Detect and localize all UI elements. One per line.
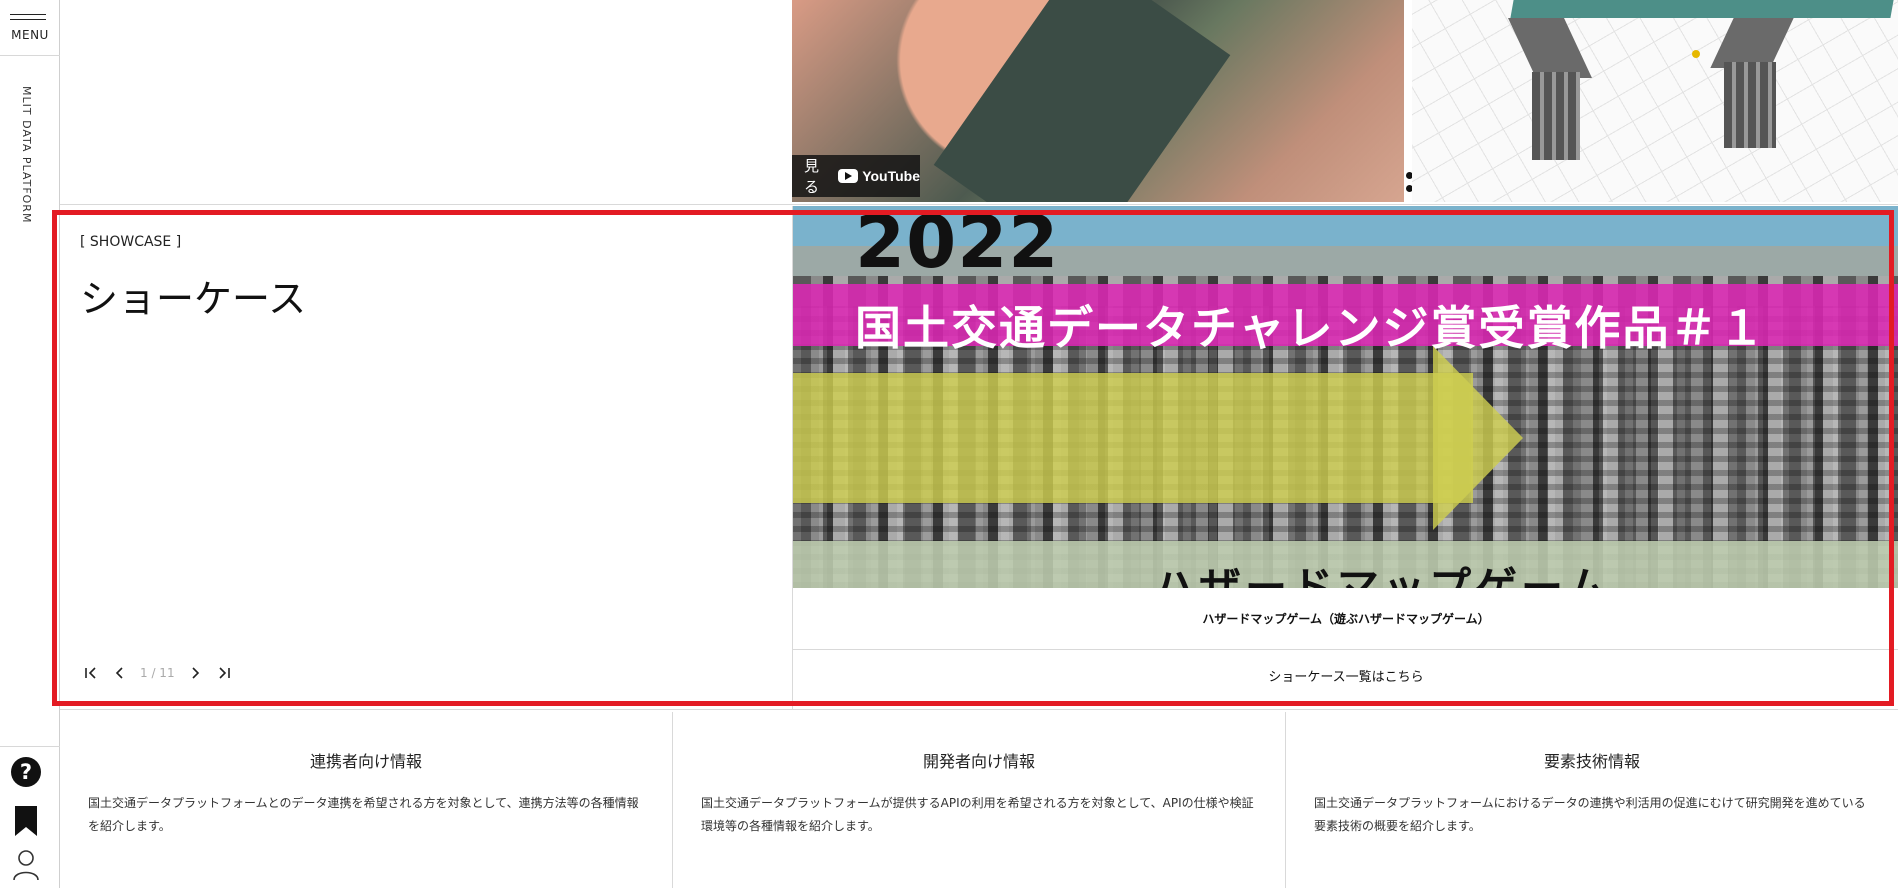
showcase-caption[interactable]: ハザードマップゲーム（遊ぶハザードマップゲーム） bbox=[793, 588, 1898, 650]
city-video-thumbnail[interactable]: 見る YouTube bbox=[792, 0, 1404, 202]
platform-name: MLIT DATA PLATFORM bbox=[20, 86, 33, 224]
youtube-logo: YouTube bbox=[838, 168, 920, 184]
info-col-partners[interactable]: 連携者向け情報 国土交通データプラットフォームとのデータ連携を希望される方を対象… bbox=[60, 712, 673, 888]
youtube-watch-label: 見る bbox=[804, 157, 820, 196]
first-page-icon[interactable] bbox=[84, 666, 100, 680]
showcase-title: ショーケース bbox=[80, 277, 307, 321]
left-rail: MENU MLIT DATA PLATFORM ? bbox=[0, 0, 60, 888]
bookmark-icon[interactable] bbox=[13, 805, 39, 837]
user-icon[interactable] bbox=[12, 849, 40, 881]
model-marker bbox=[1692, 50, 1700, 58]
showcase-tag: [ SHOWCASE ] bbox=[80, 234, 182, 250]
bridge-piles bbox=[1532, 72, 1580, 160]
menu-label: MENU bbox=[11, 28, 49, 42]
showcase-image[interactable]: ハザードマップゲーム 2022 国土交通データチャレンジ賞受賞作品＃１ bbox=[793, 206, 1898, 588]
bridge-deck bbox=[1510, 0, 1894, 18]
image-yellow-band bbox=[793, 373, 1473, 503]
help-icon[interactable]: ? bbox=[11, 757, 41, 787]
top-media-row: 見る YouTube bbox=[60, 0, 1898, 205]
bridge-pier bbox=[1508, 18, 1592, 78]
info-col-developers[interactable]: 開発者向け情報 国土交通データプラットフォームが提供するAPIの利用を希望される… bbox=[673, 712, 1286, 888]
menu-button[interactable]: MENU bbox=[0, 0, 60, 56]
last-page-icon[interactable] bbox=[215, 666, 231, 680]
showcase-card[interactable]: ハザードマップゲーム 2022 国土交通データチャレンジ賞受賞作品＃１ ハザード… bbox=[792, 206, 1898, 710]
info-title: 連携者向け情報 bbox=[309, 752, 422, 771]
image-yellow-arrow bbox=[1433, 346, 1523, 530]
info-title: 開発者向け情報 bbox=[922, 752, 1035, 771]
image-subtitle: ハザードマップゲーム bbox=[1153, 563, 1612, 588]
rail-bottom-actions: ? bbox=[0, 746, 60, 888]
hamburger-icon bbox=[10, 14, 46, 24]
info-row: 連携者向け情報 国土交通データプラットフォームとのデータ連携を希望される方を対象… bbox=[60, 712, 1898, 888]
info-desc: 国土交通データプラットフォームが提供するAPIの利用を希望される方を対象として、… bbox=[701, 796, 1254, 833]
showcase-section: [ SHOWCASE ] ショーケース 1 / 11 ハザードマップゲーム 20… bbox=[60, 206, 1898, 710]
bridge-pier bbox=[1710, 18, 1794, 68]
showcase-pager: 1 / 11 bbox=[84, 666, 231, 680]
info-col-technology[interactable]: 要素技術情報 国土交通データプラットフォームにおけるデータの連携や利活用の促進に… bbox=[1286, 712, 1898, 888]
bridge-piles bbox=[1724, 62, 1776, 148]
bridge-model-view[interactable] bbox=[1412, 0, 1898, 202]
info-title: 要素技術情報 bbox=[1543, 752, 1640, 771]
prev-page-icon[interactable] bbox=[114, 666, 126, 680]
showcase-list-link[interactable]: ショーケース一覧はこちら bbox=[793, 650, 1898, 710]
image-banner-text: 国土交通データチャレンジ賞受賞作品＃１ bbox=[855, 301, 1767, 355]
image-year: 2022 bbox=[855, 206, 1060, 284]
info-desc: 国土交通データプラットフォームにおけるデータの連携や利活用の促進にむけて研究開発… bbox=[1314, 796, 1866, 833]
page-indicator: 1 / 11 bbox=[140, 666, 175, 680]
youtube-play-icon bbox=[838, 169, 859, 183]
info-desc: 国土交通データプラットフォームとのデータ連携を希望される方を対象として、連携方法… bbox=[88, 796, 639, 833]
youtube-logo-text: YouTube bbox=[862, 168, 920, 184]
youtube-watch-button[interactable]: 見る YouTube bbox=[792, 155, 920, 197]
next-page-icon[interactable] bbox=[189, 666, 201, 680]
